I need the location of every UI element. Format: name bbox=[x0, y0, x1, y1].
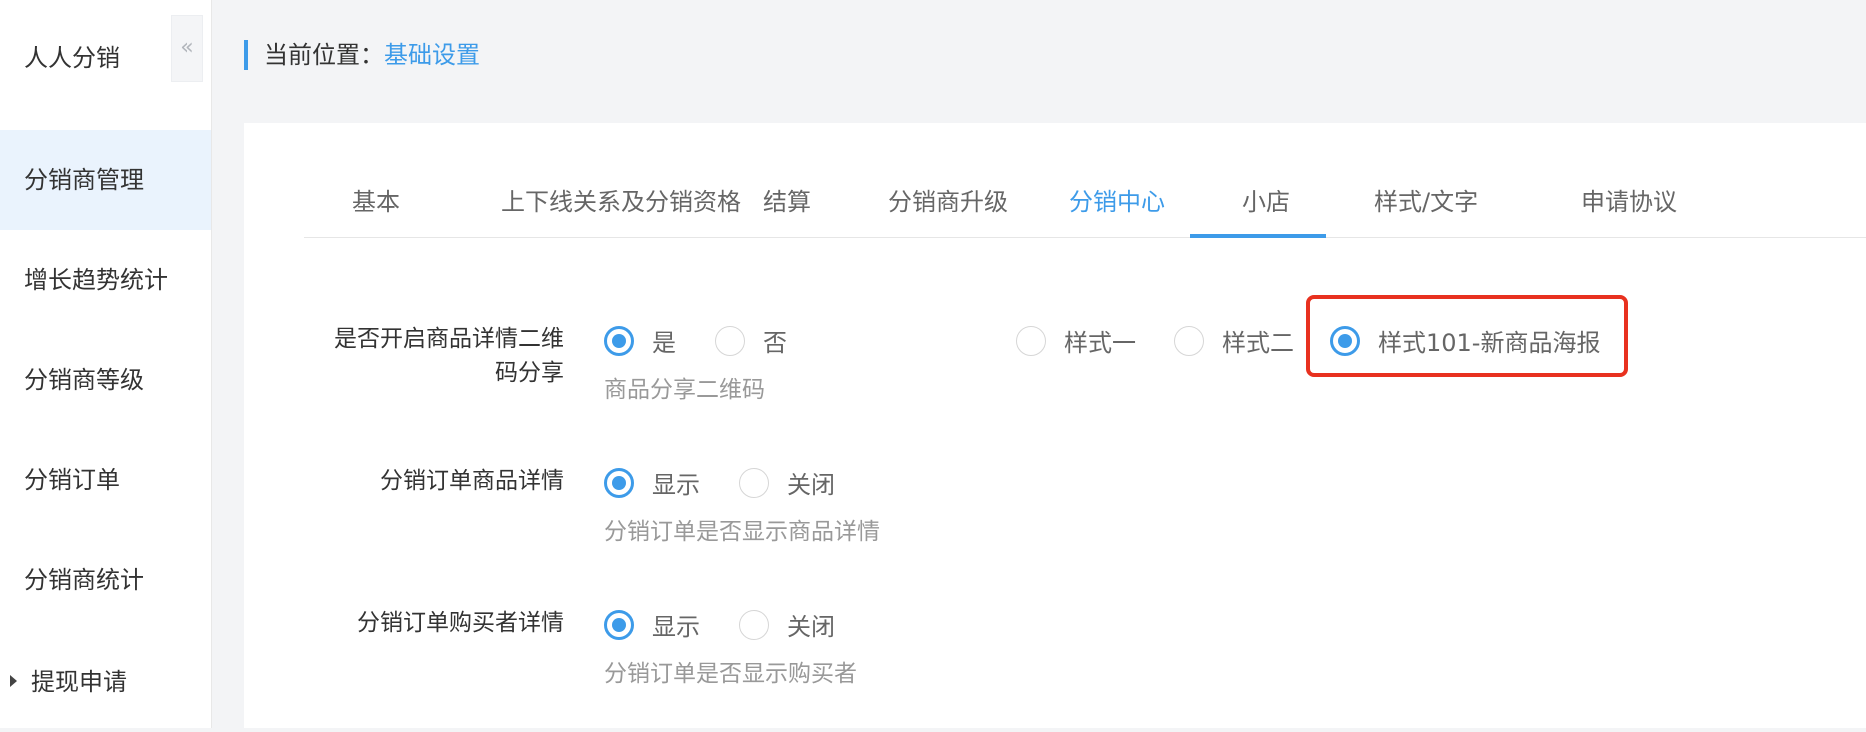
tab-shop[interactable]: 小店 bbox=[1242, 183, 1290, 237]
label-line: 码分享 bbox=[495, 360, 564, 386]
app-title: 人人分销 bbox=[24, 44, 120, 72]
sidebar-item-growth-trend[interactable]: 增长趋势统计 bbox=[0, 230, 211, 330]
radio-label: 显示 bbox=[652, 613, 700, 641]
sidebar-item-distributor-level[interactable]: 分销商等级 bbox=[0, 330, 211, 430]
order-goods-label: 分销订单商品详情 bbox=[380, 468, 564, 494]
sidebar-item-distributor-stats[interactable]: 分销商统计 bbox=[0, 530, 211, 630]
sidebar-item-withdrawal[interactable]: 提现申请 bbox=[0, 632, 211, 732]
order-goods-hide-radio[interactable]: 关闭 bbox=[739, 465, 835, 500]
breadcrumb-prefix: 当前位置： bbox=[264, 41, 384, 69]
double-chevron-left-icon: « bbox=[180, 35, 194, 60]
order-buyer-label: 分销订单购买者详情 bbox=[357, 610, 564, 636]
qr-share-hint: 商品分享二维码 bbox=[604, 377, 765, 403]
order-buyer-show-radio[interactable]: 显示 bbox=[604, 607, 700, 642]
collapse-sidebar-button[interactable]: « bbox=[171, 15, 203, 82]
radio-label: 样式一 bbox=[1064, 329, 1136, 357]
tab-style-text[interactable]: 样式/文字 bbox=[1374, 183, 1478, 237]
radio-label: 是 bbox=[652, 329, 676, 357]
tab-relationship[interactable]: 上下线关系及分销资格 bbox=[501, 183, 741, 237]
breadcrumb: 当前位置：基础设置 bbox=[244, 40, 480, 70]
label-line: 是否开启商品详情二维 bbox=[334, 326, 564, 352]
radio-unchecked-icon bbox=[739, 467, 769, 498]
order-goods-show-radio[interactable]: 显示 bbox=[604, 465, 700, 500]
radio-checked-icon bbox=[604, 467, 634, 498]
caret-right-icon bbox=[10, 675, 17, 687]
tab-upgrade[interactable]: 分销商升级 bbox=[888, 183, 1008, 237]
sidebar-item-label: 分销商统计 bbox=[24, 566, 144, 594]
qr-share-no-radio[interactable]: 否 bbox=[715, 323, 787, 358]
sidebar-item-label: 分销商等级 bbox=[24, 366, 144, 394]
highlight-annotation bbox=[1306, 295, 1628, 377]
sidebar-item-distributor-management[interactable]: 分销商管理 bbox=[0, 130, 211, 230]
qr-share-yes-radio[interactable]: 是 bbox=[604, 323, 676, 358]
order-goods-hint: 分销订单是否显示商品详情 bbox=[604, 519, 880, 545]
active-tab-indicator bbox=[1190, 234, 1326, 238]
radio-checked-icon bbox=[604, 325, 634, 356]
radio-checked-icon bbox=[604, 609, 634, 640]
sidebar-item-label: 提现申请 bbox=[31, 668, 127, 696]
order-buyer-hide-radio[interactable]: 关闭 bbox=[739, 607, 835, 642]
order-buyer-hint: 分销订单是否显示购买者 bbox=[604, 661, 857, 687]
radio-unchecked-icon bbox=[1174, 325, 1204, 356]
radio-label: 关闭 bbox=[787, 471, 835, 499]
tab-agreement[interactable]: 申请协议 bbox=[1581, 183, 1677, 237]
style-one-radio[interactable]: 样式一 bbox=[1016, 323, 1136, 358]
tab-distribution-center[interactable]: 分销中心 bbox=[1069, 183, 1165, 237]
radio-unchecked-icon bbox=[715, 325, 745, 356]
qr-share-label: 是否开启商品详情二维 码分享 bbox=[314, 322, 564, 390]
sidebar-item-label: 分销商管理 bbox=[24, 166, 144, 194]
sidebar-item-distribution-orders[interactable]: 分销订单 bbox=[0, 430, 211, 530]
breadcrumb-current[interactable]: 基础设置 bbox=[384, 41, 480, 69]
radio-label: 显示 bbox=[652, 471, 700, 499]
sidebar-item-label: 分销订单 bbox=[24, 466, 120, 494]
sidebar: 人人分销 « 分销商管理 增长趋势统计 分销商等级 分销订单 分销商统计 提现申… bbox=[0, 0, 212, 728]
sidebar-item-label: 增长趋势统计 bbox=[24, 266, 168, 294]
radio-label: 样式二 bbox=[1222, 329, 1294, 357]
tab-basic[interactable]: 基本 bbox=[352, 183, 400, 237]
radio-unchecked-icon bbox=[1016, 325, 1046, 356]
style-two-radio[interactable]: 样式二 bbox=[1174, 323, 1294, 358]
tab-settlement[interactable]: 结算 bbox=[763, 183, 811, 237]
radio-label: 关闭 bbox=[787, 613, 835, 641]
tab-bar: 基本 上下线关系及分销资格 结算 分销商升级 分销中心 小店 样式/文字 申请协… bbox=[304, 183, 1866, 238]
radio-unchecked-icon bbox=[739, 609, 769, 640]
radio-label: 否 bbox=[763, 329, 787, 357]
